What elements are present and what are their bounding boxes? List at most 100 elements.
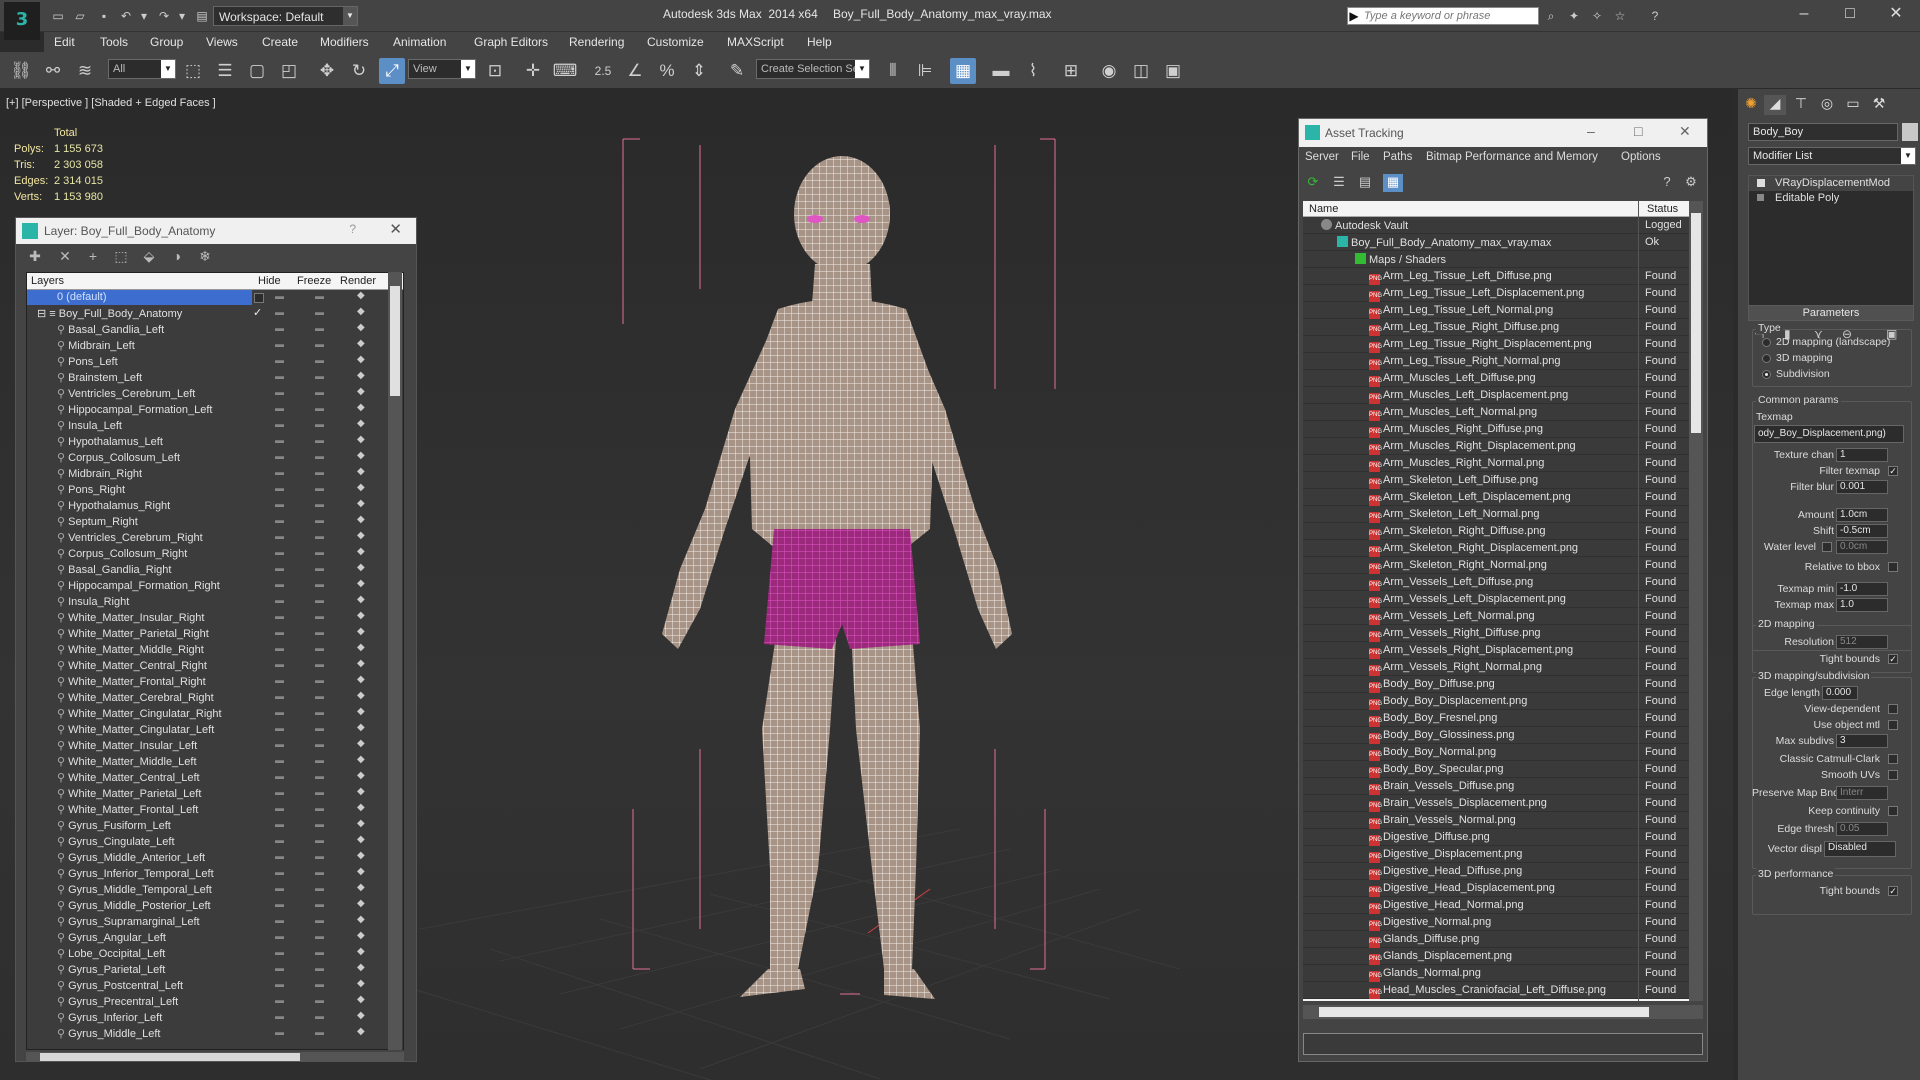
layer-row[interactable]: ⚲ Ventricles_Cerebrum_Right ▬ ▬ ◆ xyxy=(27,530,403,546)
asset-table-hscrollbar[interactable] xyxy=(1303,1005,1703,1019)
layer-row[interactable]: ⚲ Brainstem_Left ▬ ▬ ◆ xyxy=(27,370,403,386)
freeze-toggle[interactable]: ▬ xyxy=(315,643,324,653)
freeze-toggle[interactable]: ▬ xyxy=(315,339,324,349)
parameters-rollout[interactable]: Parameters xyxy=(1748,305,1914,321)
freeze-toggle[interactable]: ▬ xyxy=(315,691,324,701)
hide-toggle[interactable]: ▬ xyxy=(275,771,284,781)
viewport-label[interactable]: [+] [Perspective ] [Shaded + Edged Faces… xyxy=(6,97,216,109)
hide-toggle[interactable]: ▬ xyxy=(275,355,284,365)
menu-create[interactable]: Create xyxy=(262,35,298,49)
column-status[interactable]: Status xyxy=(1647,203,1678,215)
create-layer-icon[interactable]: ✚ xyxy=(26,248,44,265)
layer-row[interactable]: ⚲ Gyrus_Middle_Posterior_Left ▬ ▬ ◆ xyxy=(27,898,403,914)
freeze-toggle[interactable]: ▬ xyxy=(315,1027,324,1037)
asset-map-row[interactable]: PNGBrain_Vessels_Diffuse.png Found xyxy=(1303,778,1703,795)
hide-toggle[interactable]: ▬ xyxy=(275,451,284,461)
layer-row[interactable]: ⚲ Gyrus_Postcentral_Left ▬ ▬ ◆ xyxy=(27,978,403,994)
render-frame-window-icon[interactable]: ▣ xyxy=(1160,58,1186,84)
binoculars-icon[interactable]: ⌕ xyxy=(1543,8,1559,24)
hide-toggle[interactable]: ▬ xyxy=(275,387,284,397)
view-dependent-checkbox[interactable] xyxy=(1888,704,1898,714)
freeze-toggle[interactable]: ▬ xyxy=(315,499,324,509)
asset-map-row[interactable]: PNGArm_Leg_Tissue_Left_Normal.png Found xyxy=(1303,302,1703,319)
tight-bounds-perf-checkbox[interactable]: ✓ xyxy=(1888,886,1898,896)
render-icon[interactable]: ◆ xyxy=(357,770,365,781)
minimize-button[interactable]: – xyxy=(1784,2,1824,26)
hide-toggle[interactable]: ▬ xyxy=(275,403,284,413)
render-icon[interactable]: ◆ xyxy=(357,802,365,813)
favorites-star-icon[interactable]: ☆ xyxy=(1612,8,1628,24)
asset-menu-server[interactable]: Server xyxy=(1305,151,1339,163)
render-icon[interactable]: ◆ xyxy=(357,834,365,845)
layer-row[interactable]: ⚲ Pons_Right ▬ ▬ ◆ xyxy=(27,482,403,498)
freeze-toggle[interactable]: ▬ xyxy=(315,1011,324,1021)
layer-row[interactable]: ⚲ White_Matter_Middle_Left ▬ ▬ ◆ xyxy=(27,754,403,770)
column-hide[interactable]: Hide xyxy=(258,275,281,287)
render-icon[interactable]: ◆ xyxy=(357,418,365,429)
render-icon[interactable]: ◆ xyxy=(357,482,365,493)
menu-edit[interactable]: Edit xyxy=(54,35,75,49)
layer-row[interactable]: ⚲ Gyrus_Middle_Anterior_Left ▬ ▬ ◆ xyxy=(27,850,403,866)
render-icon[interactable]: ◆ xyxy=(357,354,365,365)
render-icon[interactable]: ◆ xyxy=(357,946,365,957)
asset-map-row[interactable]: PNGArm_Muscles_Left_Normal.png Found xyxy=(1303,404,1703,421)
layer-row[interactable]: ⚲ Midbrain_Left ▬ ▬ ◆ xyxy=(27,338,403,354)
render-icon[interactable]: ◆ xyxy=(357,642,365,653)
menu-modifiers[interactable]: Modifiers xyxy=(320,35,369,49)
maximize-icon[interactable]: □ xyxy=(1634,123,1642,139)
use-object-mtl-checkbox[interactable] xyxy=(1888,720,1898,730)
search-expand-icon[interactable]: ▶ xyxy=(1346,8,1362,24)
freeze-toggle[interactable]: ▬ xyxy=(315,515,324,525)
menu-maxscript[interactable]: MAXScript xyxy=(727,35,784,49)
menu-group[interactable]: Group xyxy=(150,35,183,49)
layer-row[interactable]: ⚲ White_Matter_Insular_Right ▬ ▬ ◆ xyxy=(27,610,403,626)
hide-toggle[interactable]: ▬ xyxy=(275,947,284,957)
help-icon[interactable]: ? xyxy=(1647,8,1663,24)
asset-map-row[interactable]: PNGArm_Skeleton_Right_Diffuse.png Found xyxy=(1303,523,1703,540)
asset-map-row[interactable]: PNGBody_Boy_Diffuse.png Found xyxy=(1303,676,1703,693)
add-to-layer-icon[interactable]: + xyxy=(84,248,102,264)
asset-window-titlebar[interactable]: Asset Tracking – □ ✕ xyxy=(1299,119,1707,147)
render-icon[interactable]: ◆ xyxy=(357,434,365,445)
asset-map-row[interactable]: PNGArm_Vessels_Left_Diffuse.png Found xyxy=(1303,574,1703,591)
layer-row-root[interactable]: ⊟ ≡ Boy_Full_Body_Anatomy ✓ ▬ ▬ ◆ xyxy=(27,306,403,322)
asset-map-row[interactable]: PNGBody_Boy_Displacement.png Found xyxy=(1303,693,1703,710)
asset-map-row[interactable]: PNGBody_Boy_Fresnel.png Found xyxy=(1303,710,1703,727)
modifier-stack-item[interactable]: Editable Poly xyxy=(1749,191,1913,206)
align-icon[interactable]: ⊫ xyxy=(912,58,938,84)
asset-map-row[interactable]: PNGDigestive_Diffuse.png Found xyxy=(1303,829,1703,846)
search-input[interactable]: Type a keyword or phrase xyxy=(1347,7,1539,25)
mirror-icon[interactable]: ⫴ xyxy=(880,58,906,84)
asset-menu-paths[interactable]: Paths xyxy=(1383,151,1412,163)
asset-map-row[interactable]: PNGArm_Muscles_Right_Displacement.png Fou… xyxy=(1303,438,1703,455)
freeze-toggle[interactable]: ▬ xyxy=(315,435,324,445)
hide-toggle[interactable]: ▬ xyxy=(275,691,284,701)
render-icon[interactable]: ◆ xyxy=(357,722,365,733)
layer-row[interactable]: ⚲ Hippocampal_Formation_Right ▬ ▬ ◆ xyxy=(27,578,403,594)
open-file-icon[interactable]: ▱ xyxy=(72,8,88,24)
edge-thresh-spinner[interactable]: 0.05 xyxy=(1836,822,1888,836)
hide-toggle[interactable]: ▬ xyxy=(275,755,284,765)
layer-row[interactable]: ⚲ Gyrus_Middle_Temporal_Left ▬ ▬ ◆ xyxy=(27,882,403,898)
bind-space-warp-icon[interactable]: ≋ xyxy=(72,58,98,84)
hide-toggle[interactable]: ▬ xyxy=(275,1027,284,1037)
hide-toggle[interactable]: ▬ xyxy=(275,371,284,381)
layer-row[interactable]: ⚲ White_Matter_Middle_Right ▬ ▬ ◆ xyxy=(27,642,403,658)
render-icon[interactable]: ◆ xyxy=(357,866,365,877)
render-setup-icon[interactable]: ◫ xyxy=(1128,58,1154,84)
vector-displ-dropdown[interactable]: Disabled xyxy=(1824,841,1896,857)
new-file-icon[interactable]: ▭ xyxy=(50,8,66,24)
motion-tab-icon[interactable]: ◎ xyxy=(1816,95,1838,115)
asset-map-row[interactable]: PNGDigestive_Normal.png Found xyxy=(1303,914,1703,931)
freeze-toggle[interactable]: ▬ xyxy=(315,931,324,941)
freeze-toggle[interactable]: ▬ xyxy=(315,371,324,381)
object-color-swatch[interactable] xyxy=(1902,123,1918,141)
layer-row[interactable]: ⚲ Gyrus_Supramarginal_Left ▬ ▬ ◆ xyxy=(27,914,403,930)
freeze-toggle[interactable]: ▬ xyxy=(315,563,324,573)
hide-toggle[interactable]: ▬ xyxy=(275,931,284,941)
help-icon[interactable]: ? xyxy=(1657,174,1677,192)
layer-row[interactable]: ⚲ Insula_Right ▬ ▬ ◆ xyxy=(27,594,403,610)
hide-toggle[interactable]: ▬ xyxy=(275,659,284,669)
freeze-toggle[interactable]: ▬ xyxy=(315,899,324,909)
hide-toggle[interactable]: ▬ xyxy=(275,467,284,477)
